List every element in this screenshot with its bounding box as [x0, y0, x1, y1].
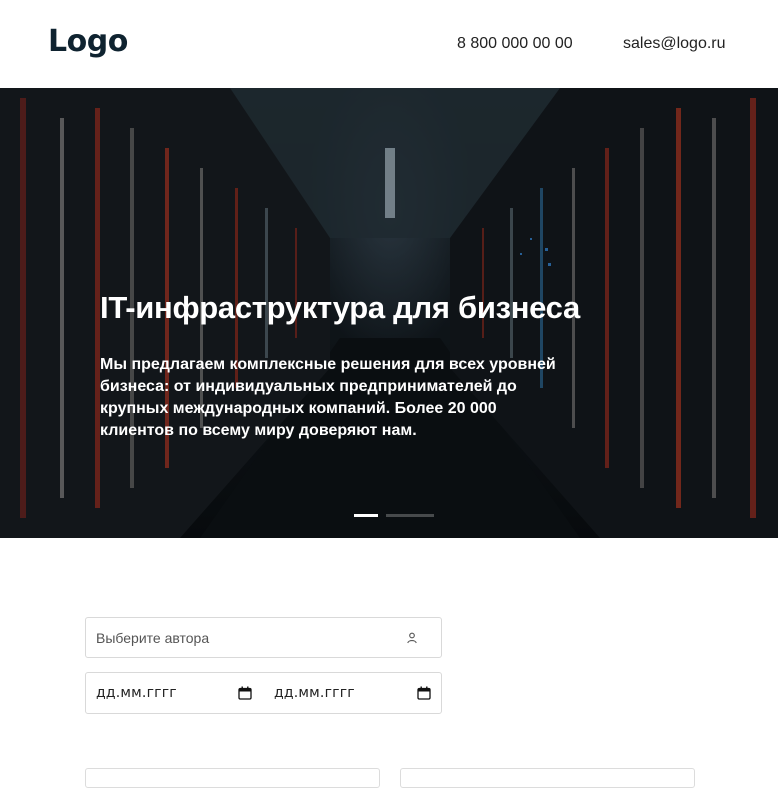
article-card[interactable] [400, 768, 695, 788]
slider-dot-2[interactable] [386, 514, 410, 517]
article-card[interactable] [85, 768, 380, 788]
calendar-icon[interactable] [238, 686, 252, 700]
author-select[interactable] [85, 617, 442, 658]
calendar-icon[interactable] [417, 686, 431, 700]
logo[interactable]: Logo [48, 24, 128, 59]
hero-description: Мы предлагаем комплексные решения для вс… [100, 356, 556, 439]
date-to-placeholder: дд.мм.гггг [274, 685, 355, 701]
slider-dot-1[interactable] [354, 514, 378, 517]
date-from-placeholder: дд.мм.гггг [96, 685, 177, 701]
date-from-input[interactable]: дд.мм.гггг [86, 673, 256, 713]
email-link[interactable]: sales@logo.ru [623, 35, 726, 53]
date-to-input[interactable]: дд.мм.гггг [264, 673, 434, 713]
phone-link[interactable]: 8 800 000 00 00 [457, 35, 573, 53]
user-icon [407, 632, 417, 644]
date-range: дд.мм.гггг дд.мм.гггг [85, 672, 442, 714]
hero-title: IT-инфраструктура для бизнеса [100, 290, 580, 325]
hero-slider: IT-инфраструктура для бизнеса Мы предлаг… [0, 88, 778, 538]
author-input[interactable] [86, 618, 396, 657]
site-header: Logo 8 800 000 00 00 sales@logo.ru [0, 0, 778, 88]
slider-dot-3[interactable] [410, 514, 434, 517]
